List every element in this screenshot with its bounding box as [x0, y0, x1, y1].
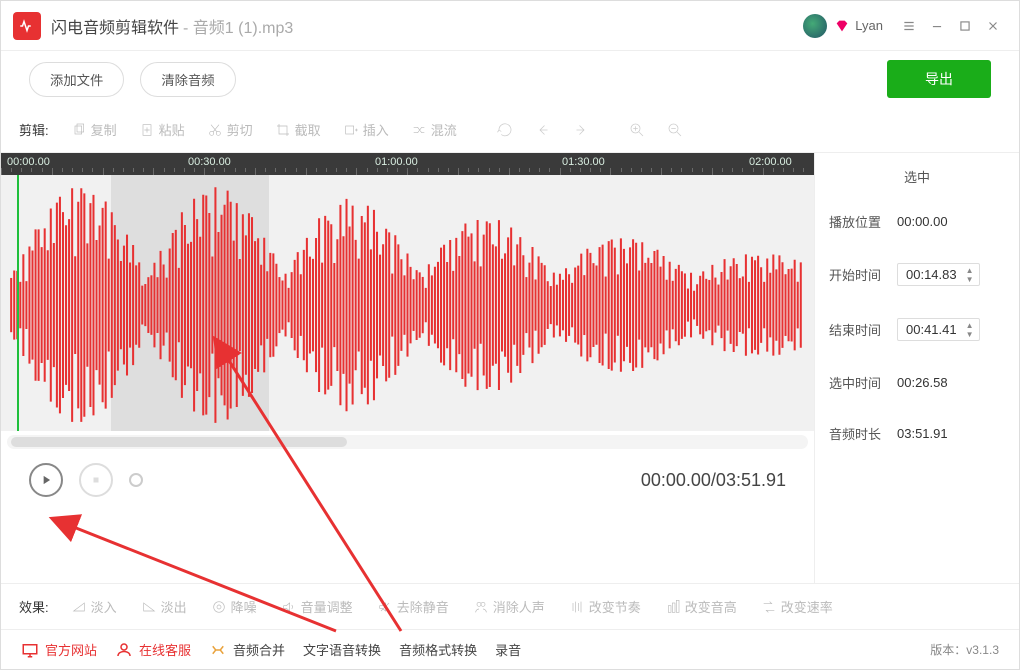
mix-button[interactable]: 混流 [403, 116, 465, 143]
app-logo [13, 12, 41, 40]
end-up[interactable]: ▲ [963, 321, 977, 329]
start-down[interactable]: ▼ [963, 275, 977, 283]
record-link[interactable]: 录音 [495, 640, 521, 659]
insert-button[interactable]: 插入 [335, 116, 397, 143]
paste-button[interactable]: 粘贴 [131, 116, 193, 143]
start-time-input[interactable]: 00:14.83 ▲▼ [897, 263, 980, 286]
zoom-out-button[interactable] [659, 116, 691, 144]
add-file-button[interactable]: 添加文件 [29, 62, 124, 97]
merge-link[interactable]: 音频合并 [209, 640, 285, 659]
denoise-button[interactable]: 降噪 [201, 593, 267, 620]
cut-button[interactable]: 剪切 [199, 116, 261, 143]
selection-duration-row: 选中时间 00:26.58 [815, 357, 1019, 408]
title-bar: 闪电音频剪辑软件 - 音频1 (1).mp3 Lyan [1, 1, 1019, 51]
horizontal-scrollbar[interactable] [7, 435, 808, 449]
effects-label: 效果: [19, 597, 49, 616]
refresh-button[interactable] [489, 116, 521, 144]
support-link[interactable]: 在线客服 [115, 640, 191, 659]
total-duration-row: 音频时长 03:51.91 [815, 408, 1019, 459]
premium-icon [833, 17, 851, 35]
effects-bar: 效果: 淡入 淡出 降噪 音量调整 去除静音 消除人声 改变节奏 改变音高 改变… [1, 583, 1019, 629]
edit-label: 剪辑: [19, 120, 49, 139]
transport-bar: 00:00.00/03:51.91 [1, 453, 814, 507]
tts-link[interactable]: 文字语音转换 [303, 640, 381, 659]
main-area: 00:00.00 00:30.00 01:00.00 01:30.00 02:0… [1, 153, 1019, 583]
redo-button[interactable] [565, 116, 597, 144]
clear-audio-button[interactable]: 清除音频 [140, 62, 235, 97]
change-speed-button[interactable]: 改变速率 [751, 593, 843, 620]
play-button[interactable] [29, 463, 63, 497]
fade-in-button[interactable]: 淡入 [61, 593, 127, 620]
zoom-in-button[interactable] [621, 116, 653, 144]
menu-button[interactable] [895, 12, 923, 40]
remove-silence-button[interactable]: 去除静音 [367, 593, 459, 620]
user-name[interactable]: Lyan [855, 18, 883, 33]
minimize-button[interactable] [923, 12, 951, 40]
side-panel: 选中 播放位置 00:00.00 开始时间 00:14.83 ▲▼ 结束时间 0… [814, 153, 1019, 583]
maximize-button[interactable] [951, 12, 979, 40]
file-name: - 音频1 (1).mp3 [183, 14, 293, 38]
close-button[interactable] [979, 12, 1007, 40]
copy-button[interactable]: 复制 [63, 116, 125, 143]
avatar[interactable] [803, 14, 827, 38]
playhead[interactable] [17, 175, 19, 431]
time-ruler[interactable]: 00:00.00 00:30.00 01:00.00 01:30.00 02:0… [1, 153, 814, 175]
app-title: 闪电音频剪辑软件 [51, 14, 179, 38]
volume-button[interactable]: 音量调整 [271, 593, 363, 620]
time-display: 00:00.00/03:51.91 [641, 470, 786, 491]
remove-vocal-button[interactable]: 消除人声 [463, 593, 555, 620]
marker-icon[interactable] [129, 473, 143, 487]
top-toolbar: 添加文件 清除音频 导出 [1, 51, 1019, 107]
change-tempo-button[interactable]: 改变节奏 [559, 593, 651, 620]
start-time-row: 开始时间 00:14.83 ▲▼ [815, 247, 1019, 302]
play-position-row: 播放位置 00:00.00 [815, 196, 1019, 247]
change-pitch-button[interactable]: 改变音高 [655, 593, 747, 620]
end-time-input[interactable]: 00:41.41 ▲▼ [897, 318, 980, 341]
version-label: 版本：v3.1.3 [930, 641, 999, 658]
bottom-bar: 官方网站 在线客服 音频合并 文字语音转换 音频格式转换 录音 版本：v3.1.… [1, 629, 1019, 669]
edit-toolbar: 剪辑: 复制 粘贴 剪切 截取 插入 混流 [1, 107, 1019, 153]
export-button[interactable]: 导出 [887, 60, 991, 98]
waveform[interactable] [1, 175, 814, 431]
undo-button[interactable] [527, 116, 559, 144]
end-time-row: 结束时间 00:41.41 ▲▼ [815, 302, 1019, 357]
start-up[interactable]: ▲ [963, 266, 977, 274]
fade-out-button[interactable]: 淡出 [131, 593, 197, 620]
stop-button[interactable] [79, 463, 113, 497]
crop-button[interactable]: 截取 [267, 116, 329, 143]
waveform-panel: 00:00.00 00:30.00 01:00.00 01:30.00 02:0… [1, 153, 814, 583]
side-panel-title: 选中 [815, 161, 1019, 196]
official-site-link[interactable]: 官方网站 [21, 640, 97, 659]
format-convert-link[interactable]: 音频格式转换 [399, 640, 477, 659]
scrollbar-thumb[interactable] [11, 437, 347, 447]
end-down[interactable]: ▼ [963, 330, 977, 338]
